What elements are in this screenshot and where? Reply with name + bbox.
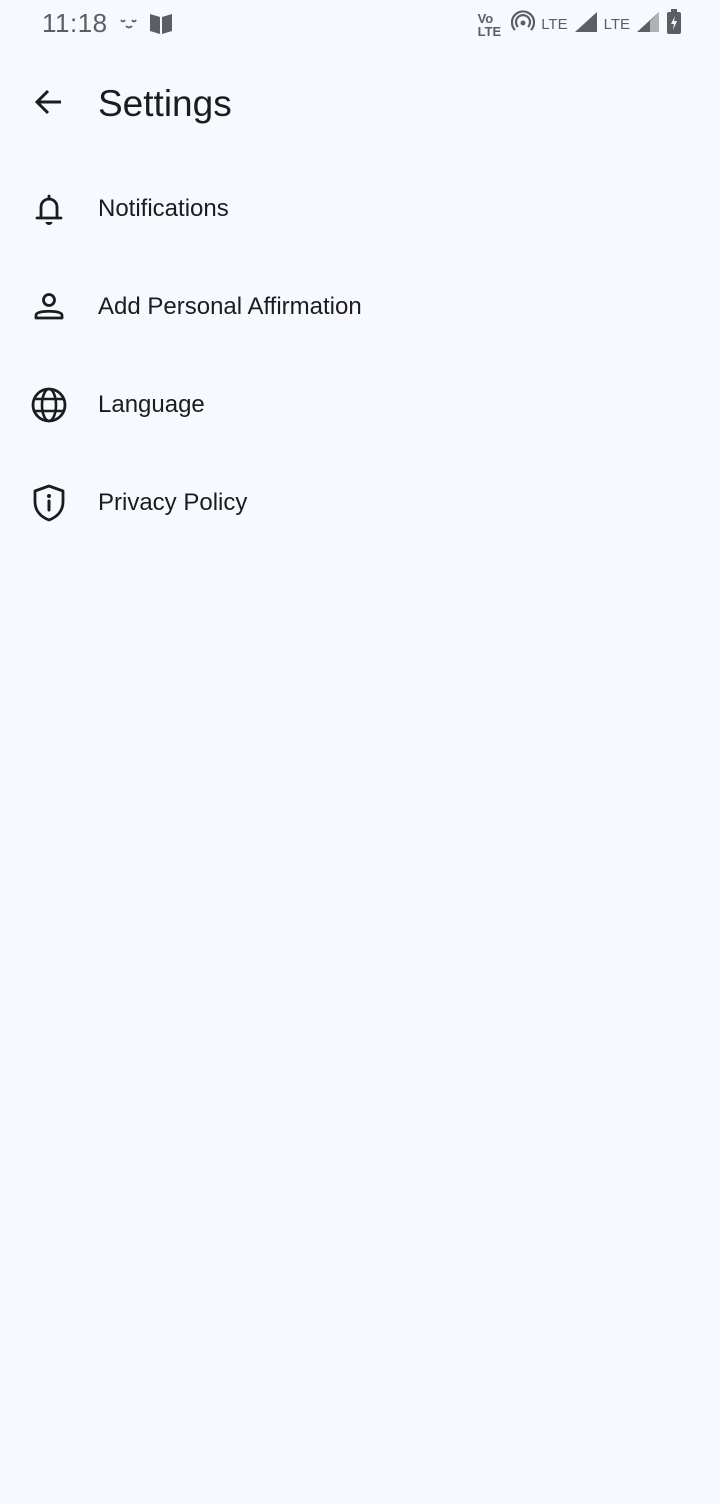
battery-charging-icon xyxy=(666,9,682,40)
settings-item-language[interactable]: Language xyxy=(0,356,720,454)
network-label-1: LTE xyxy=(541,16,568,33)
book-icon xyxy=(148,10,174,41)
back-button[interactable] xyxy=(25,80,73,128)
status-bar: 11:18 Vo LTE LTE LTE xyxy=(0,0,720,50)
shield-info-icon xyxy=(25,479,73,527)
face-icon xyxy=(118,15,140,36)
volte-bottom-label: LTE xyxy=(477,23,502,39)
settings-item-notifications[interactable]: Notifications xyxy=(0,160,720,258)
app-bar: Settings xyxy=(0,64,720,144)
settings-item-label: Add Personal Affirmation xyxy=(98,293,362,320)
signal-icon-2 xyxy=(636,11,660,38)
settings-item-add-personal-affirmation[interactable]: Add Personal Affirmation xyxy=(0,258,720,356)
signal-icon-1 xyxy=(574,11,598,38)
globe-icon xyxy=(25,381,73,429)
network-label-2: LTE xyxy=(603,16,630,33)
settings-item-privacy-policy[interactable]: Privacy Policy xyxy=(0,454,720,552)
volte-top-label: Vo xyxy=(477,10,494,26)
status-system-icons: Vo LTE LTE LTE xyxy=(478,9,682,40)
settings-list: Notifications Add Personal Affirmation L… xyxy=(0,160,720,552)
status-notification-icons xyxy=(118,10,174,41)
settings-item-label: Language xyxy=(98,391,205,418)
page-title: Settings xyxy=(98,83,232,124)
status-time: 11:18 xyxy=(42,8,108,38)
settings-item-label: Notifications xyxy=(98,195,229,222)
arrow-back-icon xyxy=(33,86,65,123)
bell-icon xyxy=(25,185,73,233)
volte-indicator: Vo LTE xyxy=(478,12,502,38)
hotspot-icon xyxy=(511,10,536,39)
person-icon xyxy=(25,283,73,331)
settings-item-label: Privacy Policy xyxy=(98,489,248,516)
